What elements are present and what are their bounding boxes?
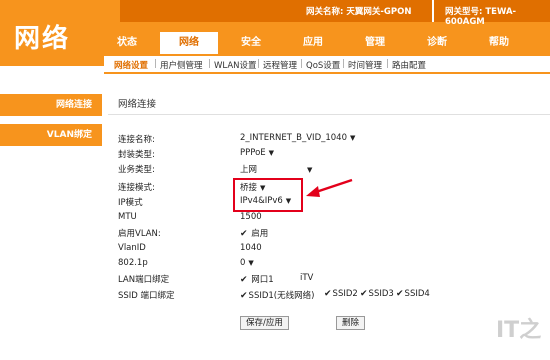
save-apply-button[interactable]: 保存/应用 xyxy=(240,316,289,330)
ssid1-checkbox[interactable]: ✔SSID1(无线网络) xyxy=(240,289,314,301)
check-icon: ✔ xyxy=(324,289,332,299)
vlan-enable-checkbox[interactable]: ✔ 启用 xyxy=(240,227,268,239)
delete-button[interactable]: 删除 xyxy=(336,316,366,330)
ssid4-text: SSID4 xyxy=(404,289,430,299)
lan-bind-label: LAN端口绑定 xyxy=(118,275,170,285)
lan-bind-port1-checkbox[interactable]: ✔ 网口1 xyxy=(240,273,274,285)
vlan-enable-label: 启用VLAN: xyxy=(118,229,161,239)
lan-bind-itv: iTV xyxy=(300,273,314,283)
vlanid-label: VlanID xyxy=(118,243,146,253)
dropdown-arrow-icon: ▼ xyxy=(248,259,254,267)
watermark-logo: IT之 xyxy=(496,318,542,343)
lan-bind-port1-text: 网口1 xyxy=(251,275,274,285)
mtu-value[interactable]: 1500 xyxy=(240,212,262,222)
mtu-label: MTU xyxy=(118,212,137,222)
check-icon: ✔ xyxy=(396,289,404,299)
ssid2-text: SSID2 xyxy=(332,289,358,299)
ssid1-text: SSID1(无线网络) xyxy=(248,291,315,301)
vlan-enable-text: 启用 xyxy=(251,229,269,239)
ssid2-checkbox[interactable]: ✔SSID2 xyxy=(324,289,358,299)
ssid3-checkbox[interactable]: ✔SSID3 xyxy=(360,289,394,299)
check-icon: ✔ xyxy=(240,275,248,285)
ssid-bind-label: SSID 端口绑定 xyxy=(118,291,175,301)
annotation-arrow-icon xyxy=(306,178,353,197)
ssid4-checkbox[interactable]: ✔SSID4 xyxy=(396,289,430,299)
check-icon: ✔ xyxy=(240,291,248,301)
p8021-select[interactable]: 0 ▼ xyxy=(240,258,254,270)
ssid3-text: SSID3 xyxy=(368,289,394,299)
vlanid-value[interactable]: 1040 xyxy=(240,243,262,253)
p8021-label: 802.1p xyxy=(118,258,148,268)
check-icon: ✔ xyxy=(240,229,248,239)
p8021-value: 0 xyxy=(240,258,246,268)
check-icon: ✔ xyxy=(360,289,368,299)
